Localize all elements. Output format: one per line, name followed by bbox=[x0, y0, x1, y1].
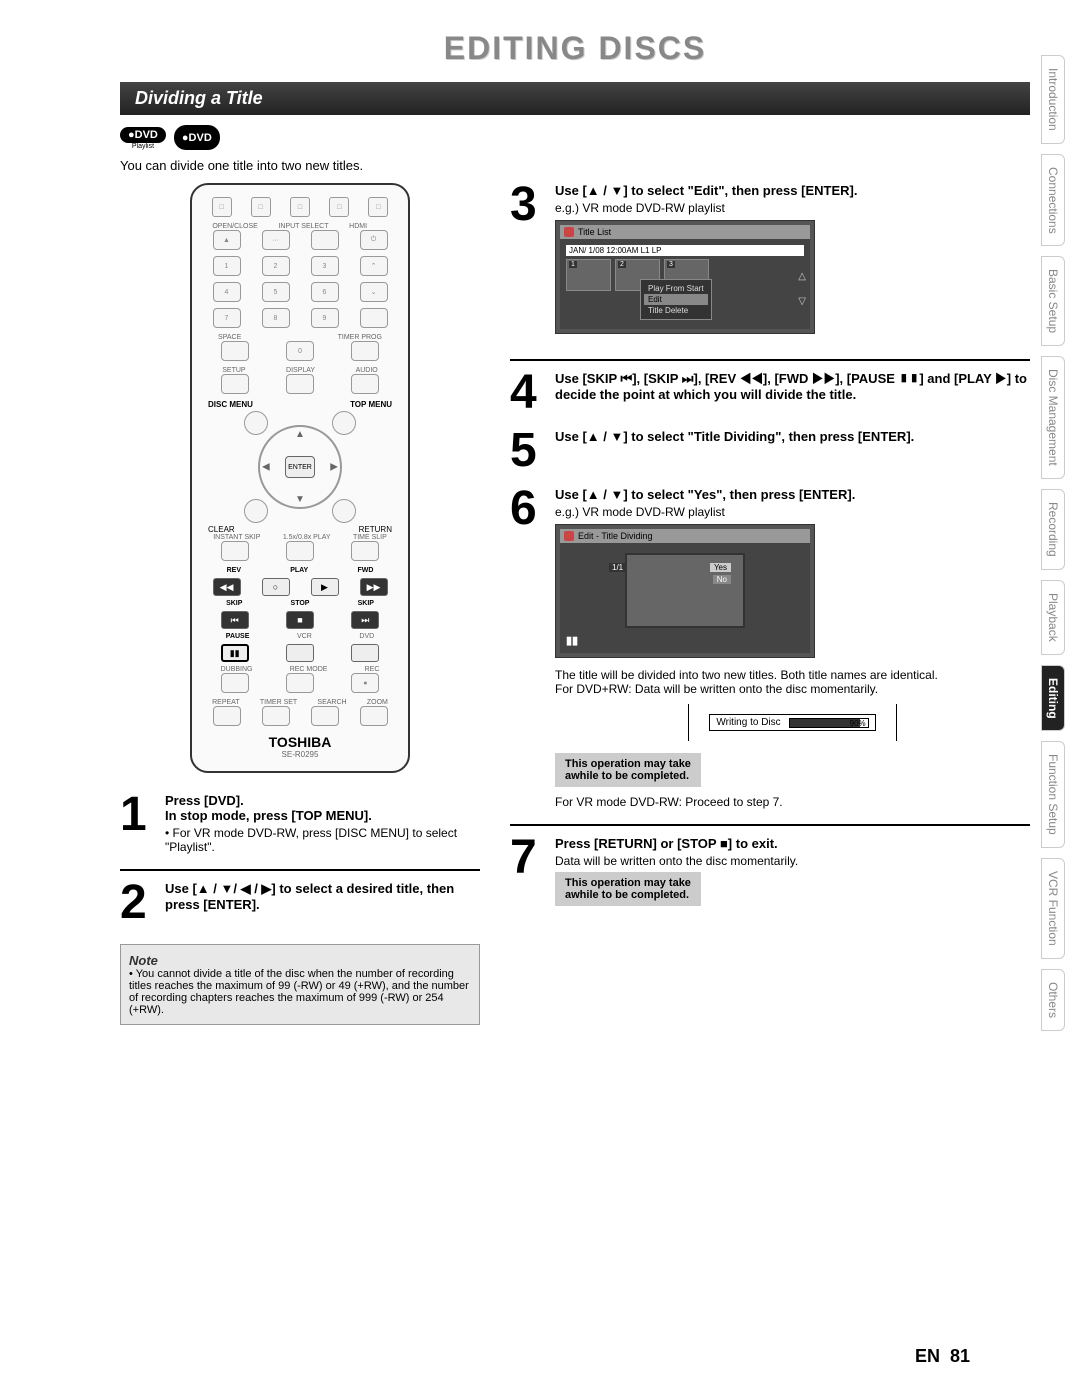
screen-title-dividing: Edit - Title Dividing 1/1 Yes No ▮▮ bbox=[555, 524, 815, 658]
remote-model: SE-R0295 bbox=[202, 750, 398, 759]
remote-control-diagram: □□□□□ OPEN/CLOSEINPUT SELECTHDMI ▲···⏻ 1… bbox=[190, 183, 410, 773]
step-4: 4 Use [SKIP ⏮], [SKIP ⏭], [REV ◀◀], [FWD… bbox=[510, 371, 1030, 414]
tab-function-setup[interactable]: Function Setup bbox=[1041, 741, 1065, 848]
step-6: 6 Use [▲ / ▼] to select "Yes", then pres… bbox=[510, 487, 1030, 809]
badge-sub-playlist: Playlist bbox=[120, 143, 166, 150]
page-title: EDITING DISCS bbox=[120, 30, 1030, 67]
screen-title-list: Title List JAN/ 1/08 12:00AM L1 LP 1 2 3… bbox=[555, 220, 815, 334]
disc-type-badges: ●DVD Playlist ●DVD bbox=[120, 125, 1030, 150]
tab-vcr-function[interactable]: VCR Function bbox=[1041, 858, 1065, 959]
page-footer: EN 81 bbox=[915, 1346, 970, 1367]
tab-basic-setup[interactable]: Basic Setup bbox=[1041, 256, 1065, 346]
badge-dvd-plusrw: ●DVD bbox=[174, 125, 220, 150]
step-5: 5 Use [▲ / ▼] to select "Title Dividing"… bbox=[510, 429, 1030, 472]
tab-disc-management[interactable]: Disc Management bbox=[1041, 356, 1065, 479]
tab-playback[interactable]: Playback bbox=[1041, 580, 1065, 655]
intro-text: You can divide one title into two new ti… bbox=[120, 158, 1030, 173]
badge-dvd-rw: ●DVD bbox=[120, 127, 166, 143]
note-box: Note • You cannot divide a title of the … bbox=[120, 944, 480, 1025]
step-1: 1 Press [DVD]. In stop mode, press [TOP … bbox=[120, 793, 480, 854]
tab-introduction[interactable]: Introduction bbox=[1041, 55, 1065, 144]
step-3: 3 Use [▲ / ▼] to select "Edit", then pre… bbox=[510, 183, 1030, 344]
remote-brand: TOSHIBA bbox=[202, 734, 398, 750]
section-header: Dividing a Title bbox=[120, 82, 1030, 115]
tab-others[interactable]: Others bbox=[1041, 969, 1065, 1031]
tab-connections[interactable]: Connections bbox=[1041, 154, 1065, 247]
wait-message-1: This operation may take awhile to be com… bbox=[555, 753, 701, 787]
step-2: 2 Use [▲ / ▼/ ◀ / ▶] to select a desired… bbox=[120, 881, 480, 924]
step-7: 7 Press [RETURN] or [STOP ■] to exit. Da… bbox=[510, 836, 1030, 914]
section-tabs: Introduction Connections Basic Setup Dis… bbox=[1041, 55, 1065, 1031]
tab-editing[interactable]: Editing bbox=[1041, 665, 1065, 732]
tab-recording[interactable]: Recording bbox=[1041, 489, 1065, 570]
writing-progress: Writing to Disc 90% bbox=[709, 714, 875, 731]
wait-message-2: This operation may take awhile to be com… bbox=[555, 872, 701, 906]
